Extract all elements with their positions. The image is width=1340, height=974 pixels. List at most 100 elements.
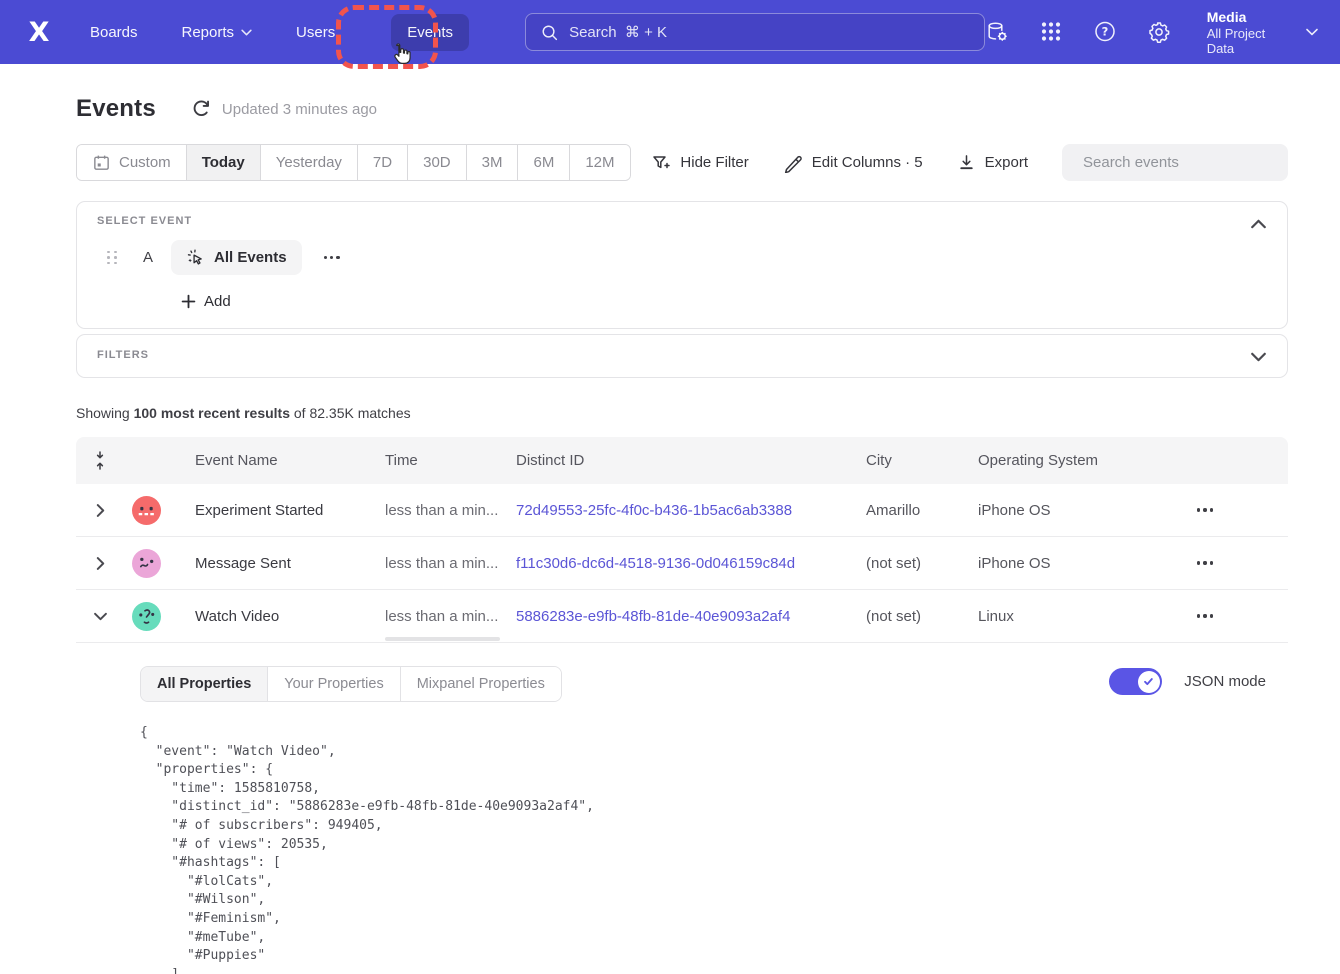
- expand-row-chevron-right-icon[interactable]: [76, 557, 124, 570]
- distinct-id-link[interactable]: 5886283e-e9fb-48fb-81de-40e9093a2af4: [516, 608, 790, 625]
- event-name: Message Sent: [180, 555, 370, 572]
- check-icon: [1142, 675, 1155, 688]
- date-range-selector: Custom Today Yesterday 7D 30D 3M 6M 12M: [76, 144, 631, 181]
- event-avatar: [132, 549, 161, 578]
- date-range-3m[interactable]: 3M: [467, 145, 519, 180]
- event-json-view: { "event": "Watch Video", "properties": …: [140, 724, 1288, 974]
- data-management-icon[interactable]: [985, 20, 1009, 44]
- event-more-options[interactable]: [318, 250, 346, 265]
- table-row[interactable]: Message Sent less than a min... f11c30d6…: [76, 537, 1288, 590]
- event-row-letter: A: [143, 249, 153, 266]
- settings-gear-icon[interactable]: [1147, 20, 1171, 44]
- date-range-7d[interactable]: 7D: [358, 145, 408, 180]
- nav-item-reports[interactable]: Reports: [182, 24, 253, 41]
- export-button[interactable]: Export: [957, 153, 1028, 172]
- table-row[interactable]: Experiment Started less than a min... 72…: [76, 484, 1288, 537]
- nav-item-events[interactable]: Events: [391, 14, 469, 51]
- search-events-box[interactable]: [1062, 144, 1288, 181]
- row-more-options[interactable]: [1191, 555, 1219, 570]
- results-summary: Showing 100 most recent results of 82.35…: [76, 405, 1288, 421]
- calendar-icon: [92, 153, 111, 172]
- date-range-yesterday[interactable]: Yesterday: [261, 145, 358, 180]
- tab-all-properties[interactable]: All Properties: [141, 667, 268, 701]
- edit-columns-button[interactable]: Edit Columns · 5: [783, 153, 923, 173]
- project-switcher[interactable]: Media All Project Data: [1207, 8, 1318, 57]
- last-updated-text: Updated 3 minutes ago: [222, 101, 377, 118]
- hide-filter-button[interactable]: Hide Filter: [651, 153, 748, 173]
- event-city: (not set): [851, 608, 963, 625]
- date-range-today[interactable]: Today: [187, 145, 261, 180]
- json-mode-toggle[interactable]: [1109, 668, 1162, 695]
- events-table: Event Name Time Distinct ID City Operati…: [76, 437, 1288, 974]
- date-range-6m[interactable]: 6M: [518, 145, 570, 180]
- main-content: Events Updated 3 minutes ago Custom: [0, 92, 1340, 974]
- event-city: (not set): [851, 555, 963, 572]
- add-event-button[interactable]: Add: [181, 293, 1267, 310]
- download-icon: [957, 153, 976, 172]
- plus-icon: [181, 294, 196, 309]
- row-more-options[interactable]: [1191, 608, 1219, 623]
- page-title: Events: [76, 95, 156, 123]
- event-os: Linux: [963, 608, 1158, 625]
- date-range-custom[interactable]: Custom: [77, 145, 187, 180]
- mixpanel-logo[interactable]: X: [22, 15, 56, 49]
- apps-grid-icon[interactable]: [1039, 20, 1063, 44]
- collapse-all-rows-icon[interactable]: [76, 451, 124, 470]
- search-events-input[interactable]: [1083, 154, 1282, 171]
- collapse-panel-chevron-up-icon[interactable]: [1251, 216, 1267, 232]
- tab-your-properties[interactable]: Your Properties: [268, 667, 400, 701]
- event-name: Watch Video: [180, 608, 370, 625]
- event-detail-panel: All Properties Your Properties Mixpanel …: [76, 643, 1288, 974]
- row-more-options[interactable]: [1191, 502, 1219, 517]
- distinct-id-link[interactable]: f11c30d6-dc6d-4518-9136-0d046159c84d: [516, 555, 795, 572]
- event-city: Amarillo: [851, 502, 963, 519]
- nav-item-boards[interactable]: Boards: [90, 24, 138, 41]
- select-event-title: SELECT EVENT: [97, 215, 1267, 227]
- col-header-distinct-id[interactable]: Distinct ID: [501, 452, 851, 469]
- event-avatar: [132, 602, 161, 631]
- event-time: less than a min...: [370, 555, 501, 572]
- event-time: less than a min...: [370, 502, 501, 519]
- event-selector-pill[interactable]: All Events: [171, 240, 302, 275]
- global-search[interactable]: [525, 13, 985, 51]
- event-time: less than a min...: [370, 608, 501, 625]
- date-range-12m[interactable]: 12M: [570, 145, 629, 180]
- col-header-operating-system[interactable]: Operating System: [963, 452, 1158, 469]
- top-navbar: X Boards Reports Users Events: [0, 0, 1340, 64]
- collapse-row-chevron-down-icon[interactable]: [76, 612, 124, 621]
- logo-glyph: X: [29, 17, 50, 48]
- project-scope: All Project Data: [1207, 26, 1296, 56]
- filters-title: FILTERS: [97, 349, 1267, 361]
- svg-text:?: ?: [1101, 25, 1108, 39]
- distinct-id-link[interactable]: 72d49553-25fc-4f0c-b436-1b5ac6ab3388: [516, 502, 792, 519]
- expand-filters-chevron-down-icon[interactable]: [1251, 349, 1267, 365]
- properties-tabs: All Properties Your Properties Mixpanel …: [140, 666, 562, 702]
- event-avatar: [132, 496, 161, 525]
- json-mode-label: JSON mode: [1184, 673, 1266, 690]
- filters-panel: FILTERS: [76, 334, 1288, 378]
- magic-cursor-icon: [186, 248, 205, 267]
- toggle-knob: [1138, 671, 1160, 693]
- refresh-icon[interactable]: [190, 98, 212, 120]
- project-name: Media: [1207, 8, 1296, 27]
- date-range-30d[interactable]: 30D: [408, 145, 467, 180]
- help-icon[interactable]: ?: [1093, 20, 1117, 44]
- drag-handle[interactable]: [107, 251, 118, 265]
- event-os: iPhone OS: [963, 502, 1158, 519]
- global-search-input[interactable]: [569, 24, 970, 41]
- pencil-icon: [783, 153, 803, 173]
- filter-funnel-icon: [651, 153, 671, 173]
- navbar-right-cluster: ? Media All Project Data: [985, 8, 1318, 57]
- col-header-time[interactable]: Time: [370, 452, 501, 469]
- expand-row-chevron-right-icon[interactable]: [76, 504, 124, 517]
- nav-item-users[interactable]: Users: [296, 24, 335, 41]
- table-row-expanded[interactable]: Watch Video less than a min... 5886283e-…: [76, 590, 1288, 643]
- col-header-city[interactable]: City: [851, 452, 963, 469]
- event-name: Experiment Started: [180, 502, 370, 519]
- horizontal-scrollbar[interactable]: [385, 637, 500, 641]
- select-event-panel: SELECT EVENT A All Events: [76, 201, 1288, 329]
- col-header-event-name[interactable]: Event Name: [180, 452, 370, 469]
- tab-mixpanel-properties[interactable]: Mixpanel Properties: [401, 667, 561, 701]
- chevron-down-icon: [1306, 28, 1318, 36]
- event-os: iPhone OS: [963, 555, 1158, 572]
